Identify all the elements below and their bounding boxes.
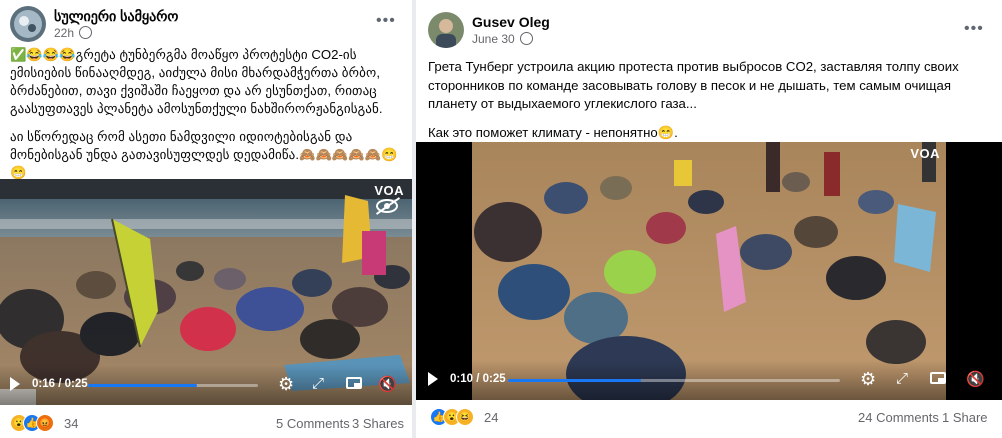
video-timecode: 0:16 / 0:25 bbox=[32, 378, 88, 390]
globe-icon bbox=[79, 26, 93, 39]
reactions[interactable]: 👍 😮 😆 bbox=[430, 408, 478, 426]
post-paragraph: Как это поможет климату - непонятно😁. bbox=[428, 124, 678, 140]
video-controls: 0:10 / 0:25 ⚙ ⤢ 🔇 bbox=[416, 360, 1002, 400]
video-progress-fill bbox=[88, 384, 197, 387]
post-left: სულიერი სამყარო 22h ••• ✅😂😂😂გრეტა ტუნბერ… bbox=[0, 0, 412, 438]
avatar[interactable] bbox=[10, 6, 46, 42]
avatar[interactable] bbox=[428, 12, 464, 48]
voa-watermark: VOA bbox=[910, 146, 940, 161]
author-name[interactable]: Gusev Oleg bbox=[472, 14, 550, 30]
play-icon[interactable] bbox=[10, 377, 20, 391]
post-time[interactable]: June 30 bbox=[472, 32, 534, 46]
author-name[interactable]: სულიერი სამყარო bbox=[54, 8, 178, 25]
shares-link[interactable]: 1 Share bbox=[942, 410, 988, 425]
reactions-count[interactable]: 24 bbox=[484, 410, 498, 425]
reactions[interactable]: 😮 👍 😡 bbox=[10, 414, 58, 432]
comments-link[interactable]: 24 Comments bbox=[858, 410, 939, 425]
video-timecode: 0:10 / 0:25 bbox=[450, 373, 506, 385]
reactions-count[interactable]: 34 bbox=[64, 416, 78, 431]
video-progress-fill bbox=[508, 379, 641, 382]
more-icon[interactable]: ••• bbox=[964, 20, 984, 38]
post-header: Gusev Oleg June 30 ••• bbox=[416, 0, 1002, 48]
angry-icon: 😡 bbox=[36, 414, 54, 432]
pip-icon[interactable] bbox=[930, 372, 946, 384]
globe-icon bbox=[520, 32, 534, 45]
video-progress-bar[interactable] bbox=[88, 384, 258, 387]
settings-icon[interactable]: ⚙ bbox=[278, 374, 294, 395]
mute-icon[interactable]: 🔇 bbox=[966, 370, 985, 388]
hide-icon[interactable] bbox=[375, 197, 401, 215]
mute-icon[interactable]: 🔇 bbox=[378, 375, 397, 393]
post-header: სულიერი სამყარო 22h ••• bbox=[0, 0, 412, 46]
more-icon[interactable]: ••• bbox=[376, 12, 396, 30]
post-time[interactable]: 22h bbox=[54, 26, 93, 40]
play-icon[interactable] bbox=[428, 372, 438, 386]
post-paragraph: აი სწორედაც რომ ასეთი ნამდვილი იდიოტების… bbox=[10, 129, 398, 180]
video-player[interactable]: VOA 0:10 / 0:25 ⚙ ⤢ 🔇 bbox=[416, 142, 1002, 400]
post-text: Грета Тунберг устроила акцию протеста пр… bbox=[428, 58, 988, 142]
post-paragraph: Грета Тунберг устроила акцию протеста пр… bbox=[428, 59, 959, 111]
post-right: Gusev Oleg June 30 ••• Грета Тунберг уст… bbox=[416, 0, 1002, 438]
voa-watermark: VOA bbox=[374, 183, 404, 198]
fullscreen-icon[interactable]: ⤢ bbox=[896, 370, 908, 387]
fullscreen-icon[interactable]: ⤢ bbox=[312, 375, 324, 392]
post-timestamp[interactable]: 22h bbox=[54, 26, 74, 40]
pip-icon[interactable] bbox=[346, 377, 362, 389]
comments-link[interactable]: 5 Comments bbox=[276, 416, 350, 431]
shares-link[interactable]: 3 Shares bbox=[352, 416, 404, 431]
video-progress-bar[interactable] bbox=[508, 379, 840, 382]
post-paragraph: ✅😂😂😂გრეტა ტუნბერგმა მოაწყო პროტესტი CO2-… bbox=[10, 47, 383, 116]
video-controls: 0:16 / 0:25 ⚙ ⤢ 🔇 bbox=[0, 365, 412, 405]
post-timestamp[interactable]: June 30 bbox=[472, 32, 515, 46]
haha-icon: 😆 bbox=[456, 408, 474, 426]
settings-icon[interactable]: ⚙ bbox=[860, 369, 876, 390]
video-player[interactable]: VOA 0:16 / 0:25 ⚙ ⤢ 🔇 bbox=[0, 179, 412, 405]
post-text: ✅😂😂😂გრეტა ტუნბერგმა მოაწყო პროტესტი CO2-… bbox=[10, 46, 404, 182]
